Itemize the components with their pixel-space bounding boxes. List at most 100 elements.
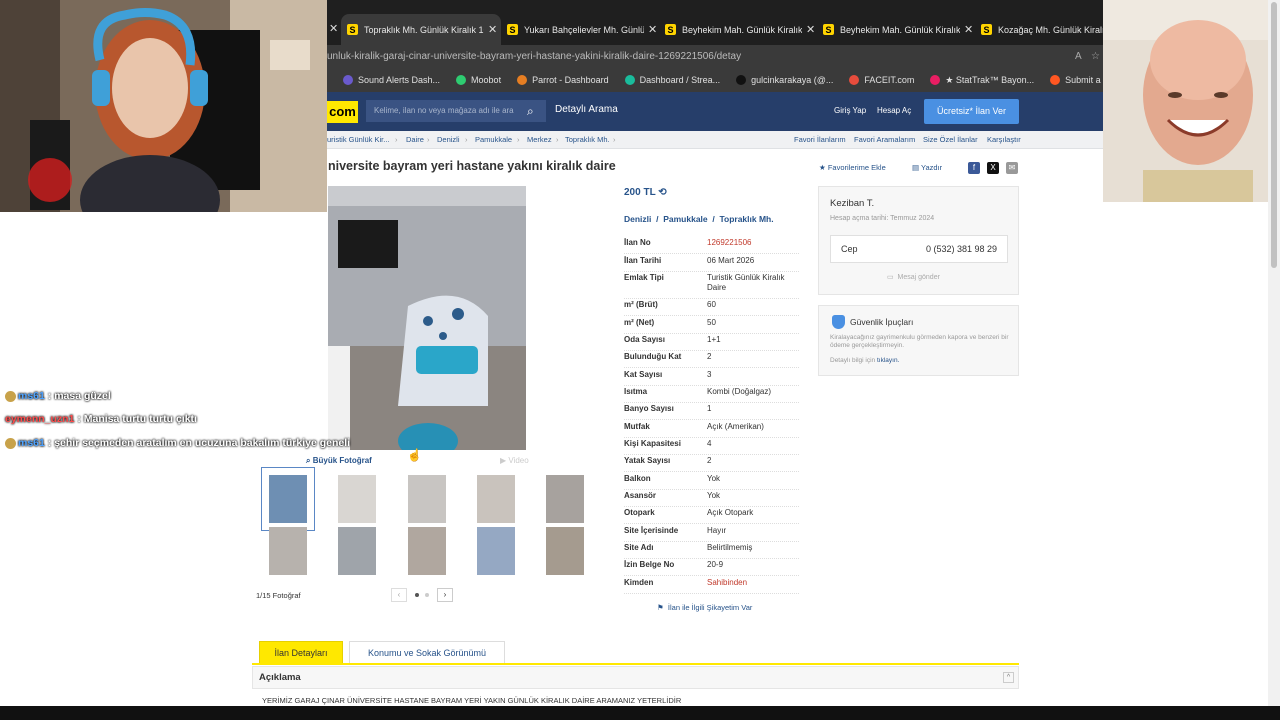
- detail-row: Oda Sayısı 1+1: [624, 334, 799, 351]
- photo-thumbnail[interactable]: [269, 527, 307, 575]
- previous-photo-button[interactable]: ‹: [391, 588, 407, 602]
- add-favorites-link[interactable]: ★ Favorilerime Ekle: [819, 163, 886, 172]
- facebook-icon[interactable]: f: [968, 162, 980, 174]
- page-dot[interactable]: [415, 593, 419, 597]
- big-photo-link[interactable]: ⌕ Büyük Fotoğraf: [306, 456, 372, 466]
- photo-thumbnail[interactable]: [338, 475, 376, 523]
- close-icon[interactable]: ✕: [648, 23, 657, 36]
- site-header: com Kelime, ilan no veya mağaza adı ile …: [327, 92, 1103, 131]
- star-icon[interactable]: ☆: [1091, 45, 1100, 68]
- message-icon: ▭: [887, 274, 894, 281]
- photo-thumbnail[interactable]: [546, 475, 584, 523]
- browser-tab[interactable]: S Beyhekim Mah. Günlük Kiralık St ✕: [659, 14, 817, 45]
- login-link[interactable]: Giriş Yap: [834, 106, 866, 115]
- detail-key: Kimden: [624, 578, 654, 587]
- seller-since: Hesap açma tarihi: Temmuz 2024: [830, 215, 935, 222]
- detail-key: Mutfak: [624, 422, 650, 431]
- compare-link[interactable]: Karşılaştır: [987, 131, 1021, 149]
- tab-underline: [252, 663, 1019, 665]
- phone-number[interactable]: 0 (532) 381 98 29: [926, 244, 997, 254]
- breadcrumb-item[interactable]: uristik Günlük Kir...: [327, 131, 390, 149]
- breadcrumb-item[interactable]: Denizli: [437, 131, 460, 149]
- location-link[interactable]: Topraklık Mh.: [719, 214, 773, 224]
- complaint-link[interactable]: ⚑ İlan ile İlgili Şikayetim Var: [657, 603, 752, 612]
- history-icon[interactable]: ⟲: [658, 187, 666, 198]
- photo-thumbnail[interactable]: [477, 475, 515, 523]
- browser-tab[interactable]: S Kozağaç Mh. Günlük Kiralık St: [975, 14, 1103, 45]
- tab-listing-details[interactable]: İlan Detayları: [259, 641, 343, 664]
- description-text: YERİMİZ GARAJ ÇINAR ÜNİVERSİTE HASTANE B…: [262, 696, 682, 705]
- bookmark-item[interactable]: gulcinkarakaya (@...: [736, 75, 833, 85]
- location-link[interactable]: Pamukkale: [663, 214, 707, 224]
- chat-message: ms61 : masa güzel: [5, 390, 111, 402]
- safety-text: Kiralayacağınız gayrimenkulu görmeden ka…: [830, 334, 1009, 349]
- x-icon[interactable]: X: [987, 162, 999, 174]
- next-photo-button[interactable]: ›: [437, 588, 453, 602]
- favorite-searches-link[interactable]: Favori Aramalarım: [854, 131, 915, 149]
- detail-row: Asansör Yok: [624, 490, 799, 507]
- detail-row: m² (Brüt) 60: [624, 299, 799, 316]
- browser-tab[interactable]: S Beyhekim Mah. Günlük Kiralık 1+ ✕: [817, 14, 975, 45]
- post-ad-button[interactable]: Ücretsiz* İlan Ver: [924, 99, 1019, 124]
- print-label: Yazdır: [921, 163, 943, 172]
- photo-thumbnail[interactable]: [261, 467, 315, 531]
- bookmark-item[interactable]: Dashboard / Strea...: [624, 75, 720, 85]
- close-icon[interactable]: ✕: [329, 22, 338, 35]
- detail-key: Kişi Kapasitesi: [624, 439, 681, 448]
- detail-row: İzin Belge No 20-9: [624, 559, 799, 576]
- main-photo[interactable]: [328, 186, 526, 450]
- photo-thumbnail[interactable]: [408, 527, 446, 575]
- bookmark-item[interactable]: FACEIT.com: [849, 75, 914, 85]
- location-link[interactable]: Denizli: [624, 214, 651, 224]
- photo-thumbnail[interactable]: [546, 527, 584, 575]
- star-icon: ★: [819, 163, 826, 172]
- bookmark-item[interactable]: Moobot: [456, 75, 501, 85]
- detailed-search-link[interactable]: Detaylı Arama: [555, 104, 618, 115]
- detail-key: İzin Belge No: [624, 560, 675, 569]
- photo-thumbnail[interactable]: [338, 527, 376, 575]
- listing-location: Denizli / Pamukkale / Topraklık Mh.: [624, 214, 774, 224]
- breadcrumb-item[interactable]: Merkez: [527, 131, 552, 149]
- photo-thumbnail[interactable]: [477, 527, 515, 575]
- search-icon[interactable]: ⌕: [527, 104, 534, 119]
- detail-key: Site İçerisinde: [624, 526, 679, 535]
- close-icon[interactable]: ✕: [806, 23, 815, 36]
- detail-value: Açık (Amerikan): [707, 422, 764, 431]
- scrollbar-thumb[interactable]: [1271, 2, 1277, 268]
- bookmark-favicon-icon: [517, 75, 528, 85]
- chat-text: : Manisa turtu turtu çıktı: [77, 413, 197, 425]
- taskbar: [0, 706, 1280, 720]
- safety-more: Detaylı bilgi için tıklayın.: [830, 357, 899, 364]
- photo-thumbnail[interactable]: [408, 475, 446, 523]
- seller-name[interactable]: Keziban T.: [830, 198, 874, 209]
- bookmark-item[interactable]: ★ StatTrak™ Bayon...: [930, 75, 1034, 86]
- browser-tab[interactable]: S Yukarı Bahçelievler Mh. Günlük Ki ✕: [501, 14, 659, 45]
- address-bar[interactable]: unluk-kiralik-garaj-cinar-universite-bay…: [327, 45, 1103, 68]
- bookmark-item[interactable]: Parrot - Dashboard: [517, 75, 609, 85]
- bookmark-item[interactable]: Sound Alerts Dash...: [343, 75, 440, 85]
- page-dot[interactable]: [425, 593, 429, 597]
- tab-location-map[interactable]: Konumu ve Sokak Görünümü: [349, 641, 505, 664]
- special-listings-link[interactable]: Size Özel İlanlar: [923, 131, 978, 149]
- chat-user: eymenn_uzn1: [5, 413, 75, 425]
- browser-tab[interactable]: S Topraklık Mh. Günlük Kiralık 1+1 D ✕: [341, 14, 501, 45]
- send-message-button[interactable]: ▭ Mesaj gönder: [887, 273, 940, 281]
- safety-more-link[interactable]: tıklayın.: [877, 357, 899, 364]
- search-input[interactable]: Kelime, ilan no veya mağaza adı ile ara: [366, 100, 546, 122]
- breadcrumb-item[interactable]: Daire: [406, 131, 424, 149]
- breadcrumb-item[interactable]: Pamukkale: [475, 131, 512, 149]
- collapse-icon[interactable]: ^: [1003, 672, 1014, 683]
- mail-icon[interactable]: ✉: [1006, 162, 1018, 174]
- close-icon[interactable]: ✕: [488, 23, 497, 36]
- detail-row: Bulunduğu Kat 2: [624, 351, 799, 368]
- read-aloud-icon[interactable]: A: [1075, 45, 1082, 68]
- close-icon[interactable]: ✕: [964, 23, 973, 36]
- bookmark-label: Sound Alerts Dash...: [358, 75, 441, 85]
- webcam-left: [0, 0, 327, 212]
- breadcrumb-item[interactable]: Topraklık Mh.: [565, 131, 610, 149]
- print-link[interactable]: ▤ Yazdır: [912, 163, 942, 172]
- bookmark-item[interactable]: Submit a request –...: [1050, 75, 1103, 85]
- site-logo[interactable]: com: [327, 101, 358, 123]
- favorite-listings-link[interactable]: Favori İlanlarım: [794, 131, 846, 149]
- register-link[interactable]: Hesap Aç: [877, 106, 911, 115]
